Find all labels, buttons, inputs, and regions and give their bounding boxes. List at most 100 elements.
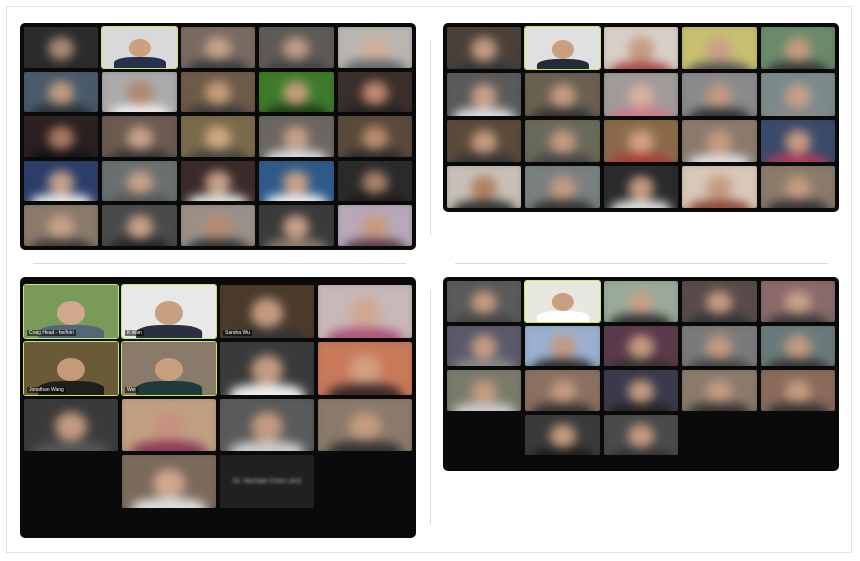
participant-body: [767, 314, 829, 322]
participant-body: [327, 441, 403, 452]
video-feed: [603, 414, 679, 455]
participant-face: [361, 215, 388, 239]
participant-body: [344, 194, 406, 202]
participant-body: [30, 194, 92, 202]
participant-face: [126, 215, 153, 239]
participant-face: [153, 411, 185, 442]
participant-video-tile: [24, 71, 99, 113]
participant-face: [706, 290, 733, 315]
participant-face: [549, 129, 576, 155]
participant-face: [205, 215, 231, 239]
participant-video-tile: [259, 205, 334, 246]
participant-video-tile: [603, 165, 679, 208]
divider: [455, 263, 828, 264]
video-feed: [24, 398, 118, 452]
participant-face: [549, 335, 576, 359]
video-feed: [337, 71, 412, 113]
participant-face: [153, 468, 185, 498]
participant-body: [453, 358, 515, 366]
participant-face: [154, 357, 184, 382]
participant-body: [187, 105, 249, 113]
participant-body: [344, 238, 406, 246]
zoom-gallery-screenshot-1: [20, 23, 416, 250]
participant-face: [784, 290, 811, 315]
video-feed: [525, 325, 600, 366]
video-feed: [220, 398, 314, 452]
participant-video-tile: [101, 26, 178, 69]
participant-face: [628, 335, 654, 359]
video-feed: [603, 73, 679, 116]
participant-video-tile: [525, 119, 600, 162]
participant-face: [628, 379, 654, 404]
participant-body: [30, 238, 92, 246]
participant-face: [361, 125, 388, 150]
participant-video-tile: [259, 116, 334, 157]
participant-body: [610, 154, 672, 162]
video-feed: [102, 116, 177, 157]
video-feed: [24, 160, 99, 202]
participant-video-tile: [603, 370, 679, 411]
video-feed: [259, 205, 334, 246]
video-feed: [180, 116, 256, 157]
video-feed: [682, 370, 757, 411]
participant-video-tile: [447, 325, 522, 366]
participant-body: [187, 60, 249, 68]
video-feed: [180, 160, 256, 202]
participant-video-tile: [24, 205, 99, 246]
video-feed: [603, 165, 679, 208]
video-feed: [24, 116, 99, 157]
participant-face: [784, 176, 811, 201]
participant-face: [283, 36, 310, 61]
empty-tile: [682, 415, 756, 456]
participant-face: [251, 355, 283, 385]
video-feed: [220, 341, 314, 395]
participant-body: [131, 441, 207, 452]
participant-body: [767, 403, 829, 411]
participant-face: [251, 298, 283, 328]
participant-video-tile: [525, 325, 600, 366]
participant-body: [344, 149, 406, 157]
participant-video-tile: [180, 160, 256, 202]
participant-video-tile: [603, 281, 679, 322]
participant-face: [283, 81, 310, 106]
video-feed: [102, 71, 177, 113]
participant-video-tile: [524, 25, 601, 71]
participant-body: [266, 105, 327, 113]
participant-body: [453, 107, 515, 116]
participant-body: [453, 314, 515, 322]
video-feed: [447, 73, 522, 116]
video-feed: [603, 27, 679, 70]
video-feed: [760, 281, 835, 322]
video-grid: Craig Head - he/him K Wan Sandra Wu Jonatha…: [23, 284, 412, 508]
participant-face: [55, 411, 87, 442]
participant-body: [327, 327, 403, 338]
participant-video-tile: [220, 341, 314, 395]
participant-face: [551, 293, 574, 312]
participant-video-tile: [682, 325, 757, 366]
video-feed: [760, 325, 835, 366]
zoom-gallery-screenshot-2: [443, 23, 839, 212]
participant-body: [266, 238, 327, 246]
participant-body: [136, 381, 202, 395]
video-feed: [760, 27, 835, 70]
video-feed: [682, 119, 757, 162]
video-feed: [122, 398, 216, 452]
video-feed: [180, 205, 256, 246]
participant-video-tile: [760, 370, 835, 411]
participant-video-tile: [180, 116, 256, 157]
video-feed: [760, 119, 835, 162]
participant-video-tile: [102, 71, 177, 113]
participant-face: [128, 39, 151, 58]
participant-video-tile: [760, 73, 835, 116]
participant-body: [610, 61, 672, 70]
video-feed: [337, 205, 412, 246]
participant-body: [610, 447, 672, 455]
video-feed: [525, 281, 600, 322]
participant-video-tile: [760, 119, 835, 162]
participant-face: [349, 298, 381, 328]
participant-face: [283, 170, 310, 195]
participant-face: [628, 290, 654, 315]
empty-tile: [761, 415, 835, 456]
participant-face: [628, 129, 654, 155]
participant-body: [536, 311, 589, 322]
